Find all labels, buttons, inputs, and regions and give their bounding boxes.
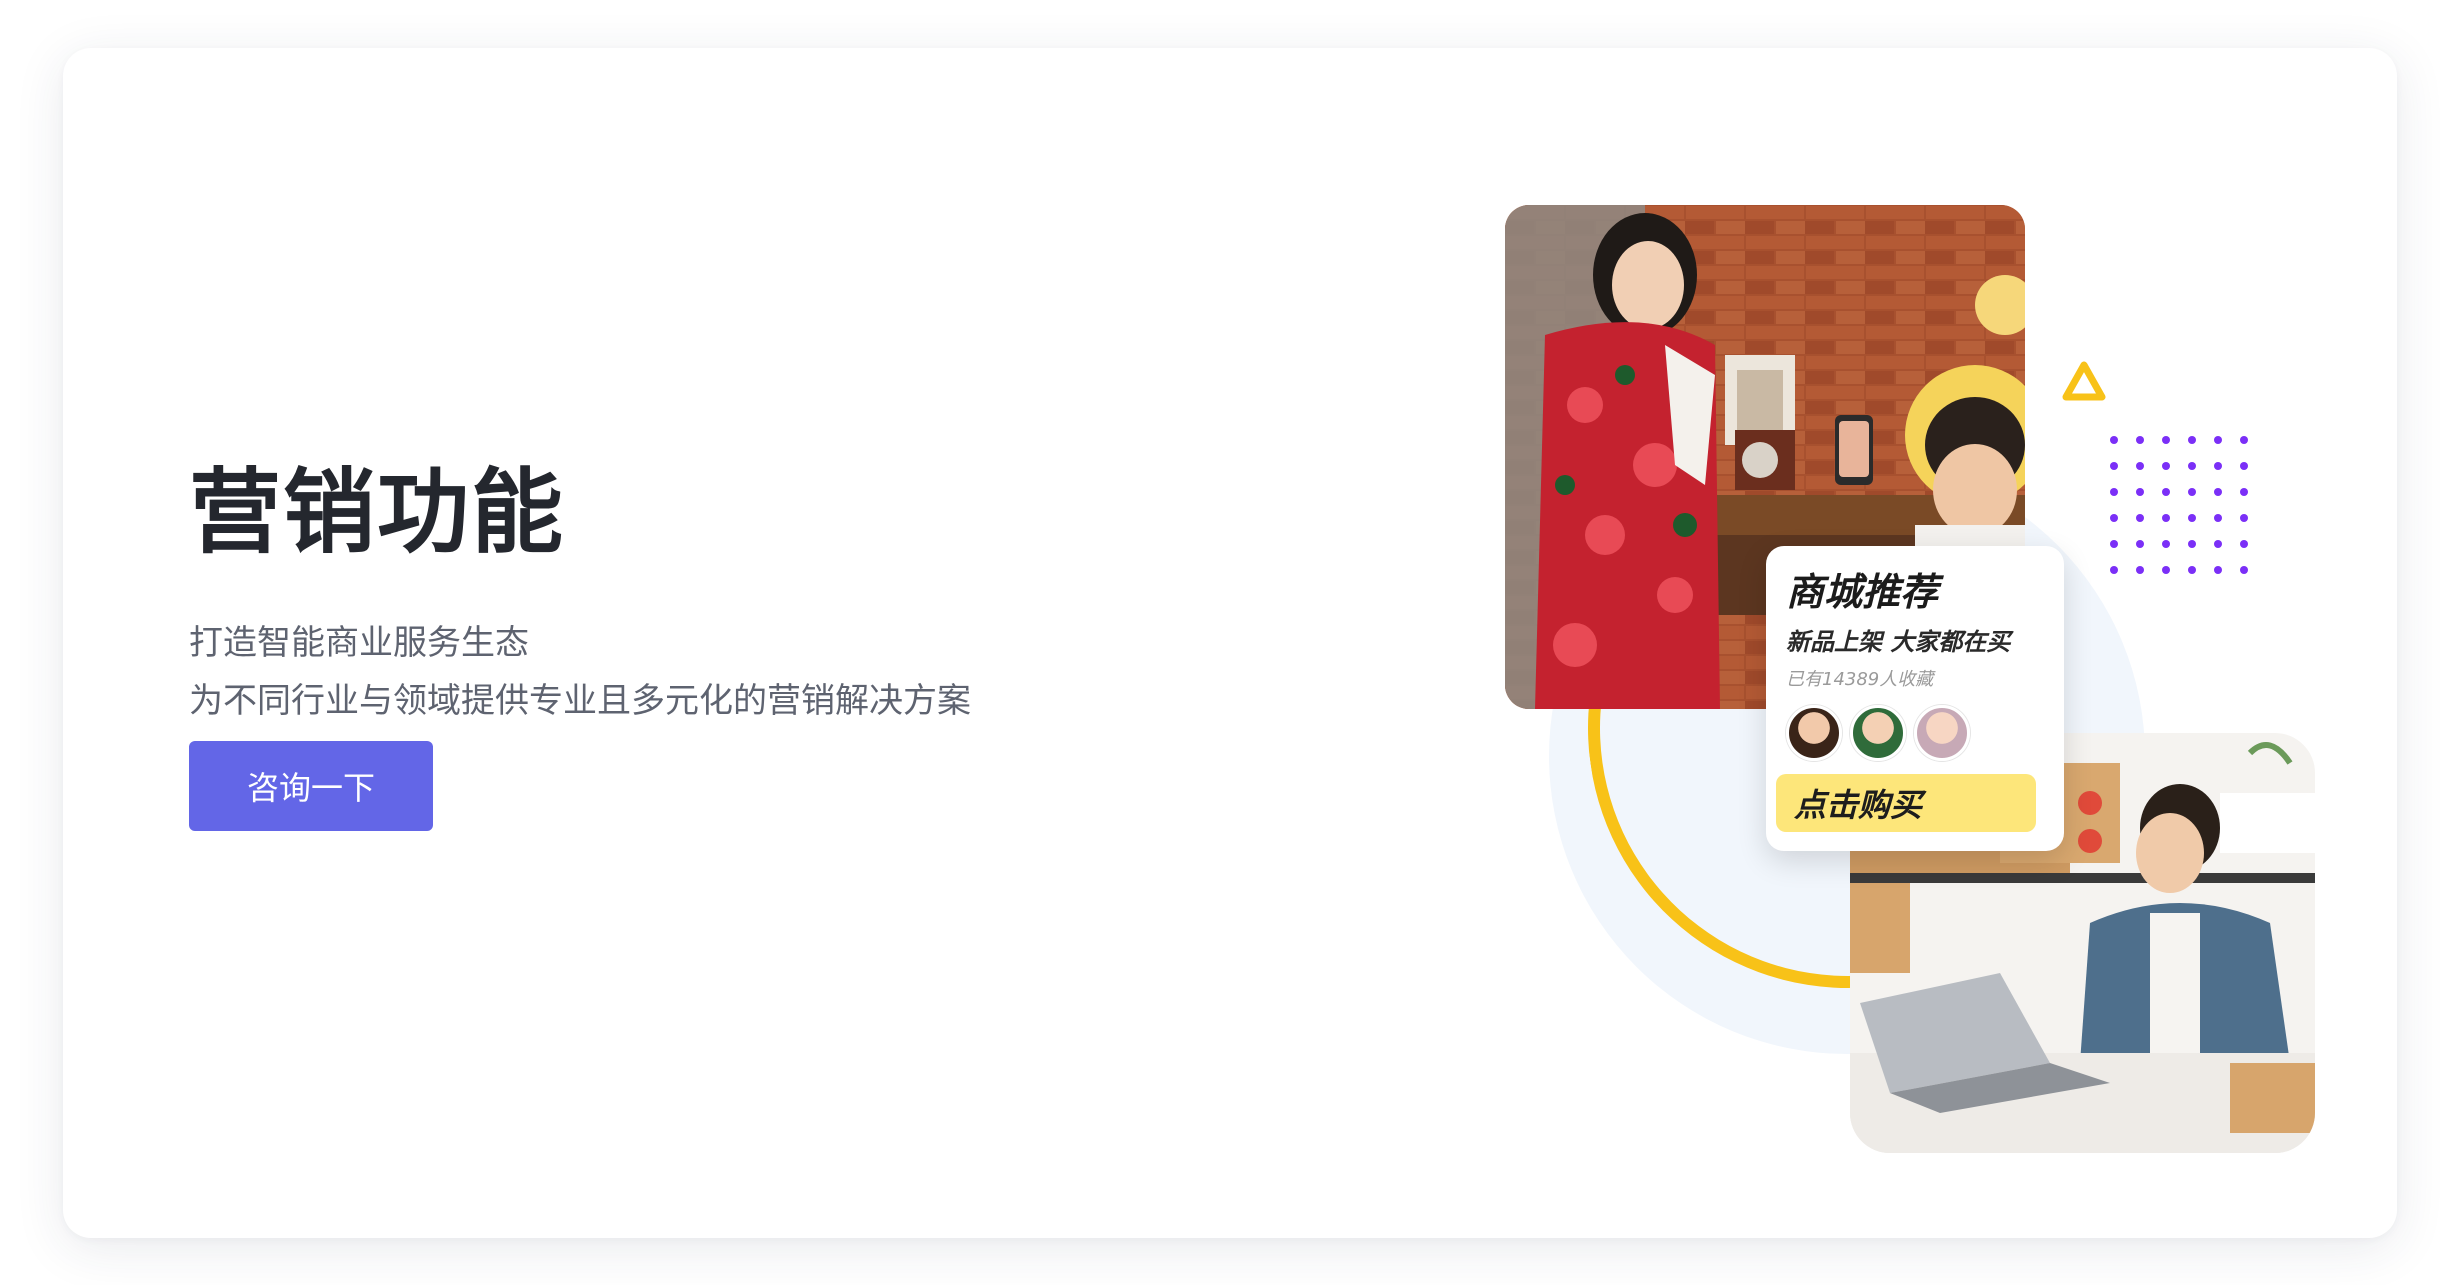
hero-subtitle: 打造智能商业服务生态 为不同行业与领域提供专业且多元化的营销解决方案	[189, 614, 1089, 730]
page-title: 营销功能	[189, 459, 566, 566]
marketing-illustration: 商城推荐 新品上架 大家都在买 已有14389人收藏 点击购买	[1363, 148, 2363, 1168]
promo-subtitle: 新品上架 大家都在买	[1786, 628, 2011, 656]
subtitle-line-1: 打造智能商业服务生态	[189, 623, 529, 663]
avatar	[1914, 705, 1970, 761]
promo-title: 商城推荐	[1786, 570, 1939, 614]
dot-grid-decoration	[2110, 436, 2248, 574]
avatar	[1786, 705, 1842, 761]
buy-now-button[interactable]: 点击购买	[1776, 774, 2036, 832]
triangle-icon	[2062, 361, 2106, 401]
hero-text: 营销功能 打造智能商业服务生态 为不同行业与领域提供专业且多元化的营销解决方案	[189, 448, 1089, 730]
shop-recommend-card: 商城推荐 新品上架 大家都在买 已有14389人收藏 点击购买	[1766, 546, 2064, 851]
consult-button[interactable]: 咨询一下	[189, 741, 433, 831]
subtitle-line-2: 为不同行业与领域提供专业且多元化的营销解决方案	[189, 681, 971, 721]
collected-count: 已有14389人收藏	[1786, 669, 1934, 690]
avatar	[1850, 705, 1906, 761]
avatar-group	[1786, 705, 2046, 761]
feature-card: 营销功能 打造智能商业服务生态 为不同行业与领域提供专业且多元化的营销解决方案 …	[63, 48, 2397, 1238]
